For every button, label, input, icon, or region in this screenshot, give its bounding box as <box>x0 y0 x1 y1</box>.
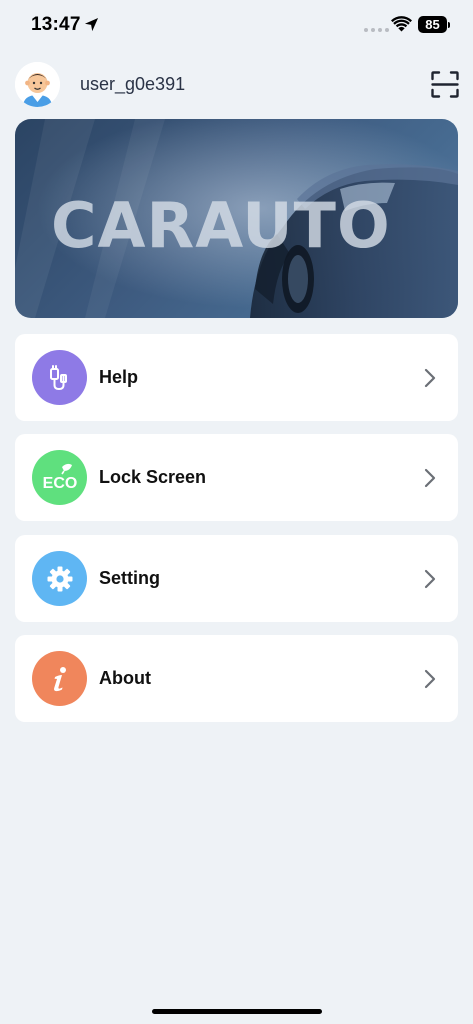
chevron-right-icon <box>424 669 436 689</box>
battery-nub <box>448 22 450 28</box>
menu-item-about[interactable]: About <box>15 635 458 722</box>
carauto-banner[interactable]: CARAUTO <box>15 119 458 318</box>
banner-brand-text: CARAUTO <box>51 189 391 262</box>
scan-frame-icon[interactable] <box>431 71 459 98</box>
usb-cable-icon <box>32 350 87 405</box>
menu-item-help[interactable]: Help <box>15 334 458 421</box>
chevron-right-icon <box>424 569 436 589</box>
battery-indicator: 85 <box>418 16 447 33</box>
status-bar: 13:47 85 <box>0 0 473 52</box>
menu-item-lock-screen[interactable]: ECO Lock Screen <box>15 434 458 521</box>
location-arrow-icon <box>84 17 99 32</box>
eco-leaf-icon: ECO <box>32 450 87 505</box>
username: user_g0e391 <box>80 74 186 94</box>
svg-text:ECO: ECO <box>42 475 77 492</box>
info-icon <box>32 651 87 706</box>
wifi-icon <box>391 16 412 32</box>
chevron-right-icon <box>424 468 436 488</box>
menu-item-label: Setting <box>99 568 160 588</box>
menu-item-label: Help <box>99 367 139 387</box>
home-indicator[interactable] <box>152 1009 322 1014</box>
app-screen: 13:47 85 user_g0e391 CARAUTO Help ECO Lo… <box>0 0 473 1024</box>
chevron-right-icon <box>424 368 436 388</box>
gear-icon <box>32 551 87 606</box>
user-avatar-icon <box>15 62 60 107</box>
menu-item-label: About <box>99 668 151 688</box>
menu-item-label: Lock Screen <box>99 467 207 487</box>
cellular-signal-icon <box>364 28 389 32</box>
avatar[interactable] <box>15 62 60 107</box>
menu-item-setting[interactable]: Setting <box>15 535 458 622</box>
status-time: 13:47 <box>31 14 81 35</box>
